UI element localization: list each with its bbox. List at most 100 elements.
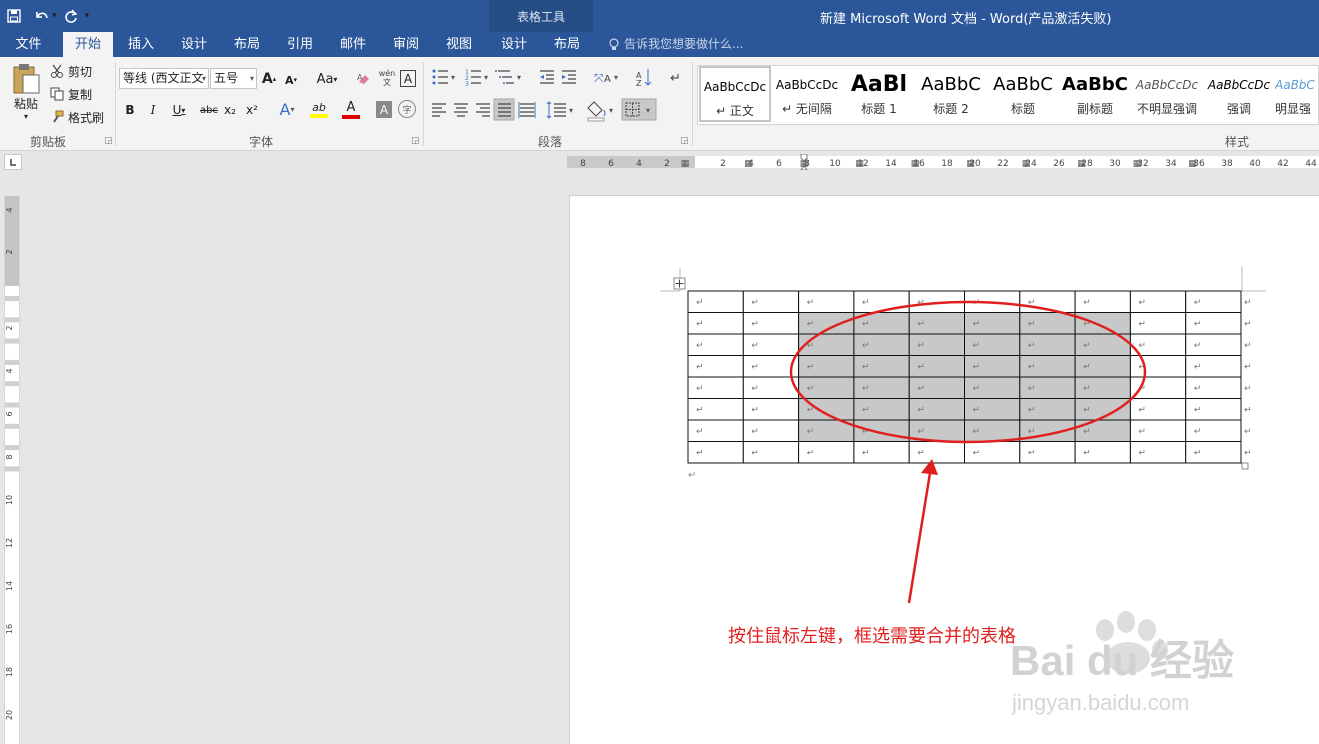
font-launcher-icon[interactable]: ◲: [411, 136, 420, 146]
chinese-layout-icon[interactable]: ⤧ A ▾: [594, 71, 618, 85]
align-right-icon[interactable]: [476, 103, 490, 117]
ruler-row-marker: [5, 466, 19, 472]
font-group-label: 字体: [249, 135, 274, 149]
character-border-button[interactable]: A: [400, 70, 416, 87]
enclose-characters-button[interactable]: 字: [398, 100, 416, 118]
multilevel-list-icon[interactable]: [495, 70, 514, 84]
style-title[interactable]: AaBbC 标题: [987, 66, 1059, 122]
grow-font-icon: A: [261, 71, 273, 87]
cell-end-mark: ↵: [751, 341, 759, 351]
distributed-icon[interactable]: [518, 102, 536, 118]
tab-table-layout[interactable]: 布局: [544, 32, 590, 57]
style-no-spacing[interactable]: AaBbCcDc ↵ 无间隔: [771, 66, 843, 122]
tab-file[interactable]: 文件: [0, 32, 57, 57]
style-subtitle[interactable]: AaBbC 副标题: [1059, 66, 1131, 122]
paragraph-launcher-icon[interactable]: ◲: [680, 136, 689, 146]
cell-end-mark: ↵: [751, 449, 759, 459]
superscript-button[interactable]: x²: [244, 101, 260, 119]
underline-icon: U: [172, 103, 182, 117]
cell-end-mark: ↵: [696, 320, 704, 330]
cell-end-mark: ↵: [696, 298, 704, 308]
style-heading-1[interactable]: AaBl 标题 1: [843, 66, 915, 122]
ruler-row-marker: [5, 381, 19, 387]
style-heading-2[interactable]: AaBbC 标题 2: [915, 66, 987, 122]
table-move-handle[interactable]: [673, 277, 686, 290]
align-left-icon[interactable]: [432, 103, 446, 117]
tab-layout[interactable]: 布局: [224, 32, 270, 57]
table-resize-handle[interactable]: [1241, 462, 1249, 470]
ruler-margin-left: [567, 156, 695, 168]
format-painter-button[interactable]: 格式刷: [50, 108, 104, 126]
subscript-button[interactable]: x₂: [222, 101, 238, 119]
tab-insert[interactable]: 插入: [118, 32, 164, 57]
numbering-icon[interactable]: 123: [465, 69, 481, 88]
clear-formatting-button[interactable]: A: [355, 70, 373, 88]
row-end-mark: ↵: [1244, 406, 1252, 416]
tell-me-box[interactable]: 告诉我您想要做什么...: [608, 32, 743, 57]
save-button[interactable]: [0, 2, 28, 30]
tab-design[interactable]: 设计: [171, 32, 217, 57]
font-name-combo[interactable]: 等线 (西文正文 ▾: [119, 68, 209, 89]
ruler-row-marker: [5, 359, 19, 365]
ruler-label: 38: [1221, 159, 1233, 169]
horizontal-ruler[interactable]: 8 6 4 2 ▦ 2 4 6 8 10 12 14 16 18 20 22 24 26 28 30 32 34 36 38 4…: [567, 154, 1319, 170]
shading-icon[interactable]: ▾: [587, 101, 613, 122]
tab-mailings[interactable]: 邮件: [330, 32, 376, 57]
ruler-column-marker: ▦: [911, 159, 920, 169]
paste-button[interactable]: 粘贴 ▾: [8, 62, 44, 122]
grow-font-button[interactable]: A ▴: [262, 70, 276, 88]
ruler-column-marker: ▦: [1133, 159, 1142, 169]
vertical-ruler[interactable]: 4 2 2 4 6 8 10 12 14 16 18 20: [4, 196, 20, 744]
ruler-column-marker: ▦: [681, 159, 690, 169]
clipboard-launcher-icon[interactable]: ◲: [104, 136, 113, 146]
clipboard-icon: [13, 64, 40, 94]
tab-view[interactable]: 视图: [436, 32, 482, 57]
redo-button[interactable]: [57, 2, 85, 30]
tab-selector[interactable]: [4, 154, 22, 170]
ruler-label: 6: [776, 159, 782, 169]
ruler-column-marker: ▦: [1077, 159, 1086, 169]
tab-references[interactable]: 引用: [277, 32, 323, 57]
ruler-label: 40: [1249, 159, 1261, 169]
tab-home[interactable]: 开始: [63, 32, 113, 57]
ruler-label: 2: [664, 159, 670, 169]
change-case-button[interactable]: Aa ▾: [312, 70, 342, 88]
ruler-label: 26: [1053, 159, 1065, 169]
italic-button[interactable]: I: [146, 101, 160, 119]
svg-text:▾: ▾: [517, 73, 521, 82]
cut-button[interactable]: 剪切: [50, 62, 92, 80]
cell-end-mark: ↵: [1194, 320, 1202, 330]
strikethrough-button[interactable]: abc: [199, 101, 219, 119]
decrease-indent-icon[interactable]: [540, 70, 554, 84]
ruler-label: 12: [5, 538, 14, 548]
ruler-label: 30: [1109, 159, 1121, 169]
change-case-icon: Aa: [316, 71, 334, 87]
cell-end-mark: ↵: [1194, 341, 1202, 351]
font-color-button[interactable]: A: [338, 99, 364, 119]
row-end-mark: ↵: [1244, 427, 1252, 437]
style-normal[interactable]: AaBbCcDc ↵ 正文: [699, 66, 771, 122]
style-emphasis[interactable]: AaBbCcDc 强调: [1203, 66, 1275, 122]
font-size-combo[interactable]: 五号 ▾: [210, 68, 257, 89]
style-intense-emphasis[interactable]: AaBbC 明显强: [1275, 66, 1319, 122]
character-shading-button[interactable]: A: [376, 101, 392, 118]
text-effects-button[interactable]: A ▾: [276, 99, 298, 119]
underline-button[interactable]: U ▾: [168, 101, 190, 119]
style-subtle-emphasis[interactable]: AaBbCcDc 不明显强调: [1131, 66, 1203, 122]
phonetic-guide-button[interactable]: wén 文: [377, 68, 397, 88]
show-marks-icon[interactable]: ↵: [670, 71, 681, 86]
annotation-arrow-head: [921, 459, 938, 475]
tab-table-design[interactable]: 设计: [491, 32, 537, 57]
copy-button[interactable]: 复制: [50, 85, 92, 103]
bullets-icon[interactable]: [432, 69, 449, 85]
tab-review[interactable]: 审阅: [383, 32, 429, 57]
sort-icon[interactable]: AZ: [636, 69, 652, 88]
cell-end-mark: ↵: [696, 449, 704, 459]
highlight-button[interactable]: ab: [306, 99, 332, 119]
shrink-font-button[interactable]: A ▾: [284, 72, 298, 88]
line-spacing-icon[interactable]: ▾: [546, 101, 573, 119]
increase-indent-icon[interactable]: [562, 70, 576, 84]
customize-qat-icon[interactable]: ▾: [85, 11, 90, 21]
bold-button[interactable]: B: [123, 101, 137, 119]
align-center-icon[interactable]: [454, 103, 468, 117]
